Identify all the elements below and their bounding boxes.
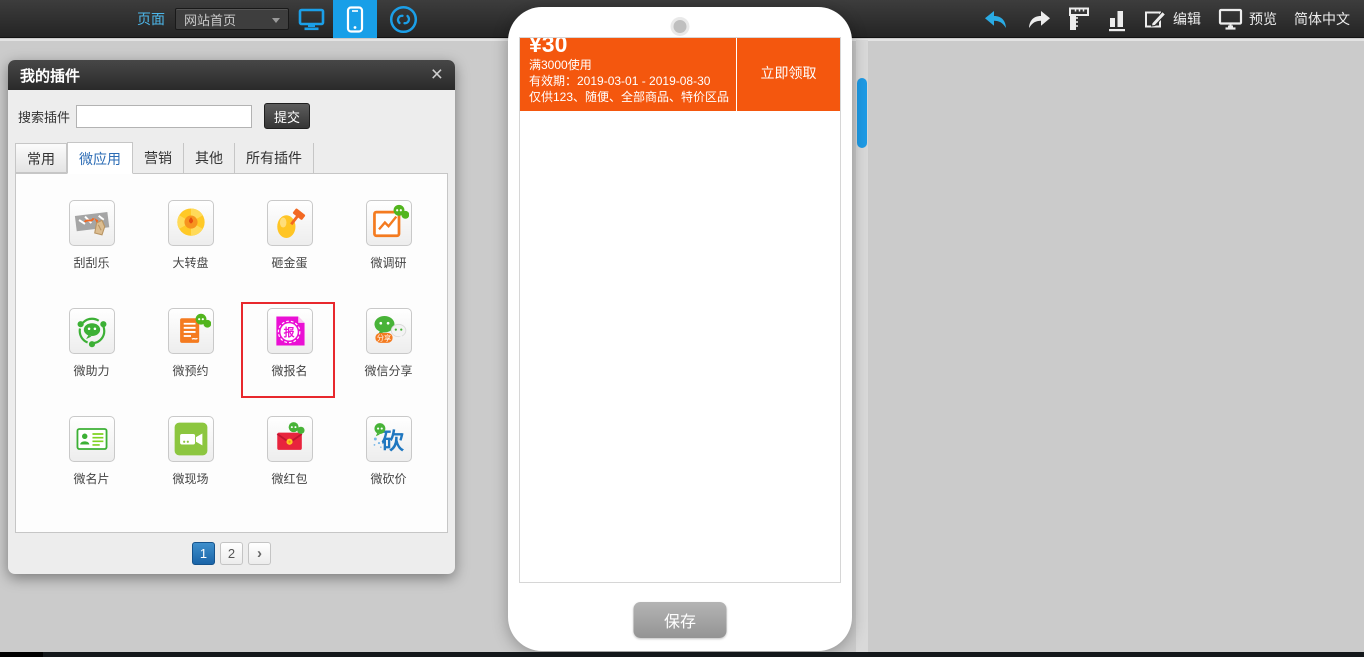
ruler-icon <box>1068 6 1090 32</box>
phone-preview-frame: ¥30 满3000使用 有效期：2019-03-01 - 2019-08-30 … <box>508 7 852 651</box>
coupon-widget[interactable]: ¥30 满3000使用 有效期：2019-03-01 - 2019-08-30 … <box>520 37 840 111</box>
svg-text:砍: 砍 <box>381 428 404 454</box>
save-button[interactable]: 保存 <box>634 602 727 638</box>
link-circle-icon <box>389 5 418 34</box>
language-switcher[interactable]: 简体中文 <box>1294 9 1350 29</box>
edit-button[interactable]: 编辑 <box>1144 8 1201 31</box>
coupon-validity: 有效期：2019-03-01 - 2019-08-30 <box>529 73 736 89</box>
plugin-label: 微砍价 <box>339 470 438 487</box>
desktop-view-button[interactable] <box>289 0 333 38</box>
plugin-item-signup-page[interactable]: 报微报名 <box>240 308 339 416</box>
bargain-icon: 砍 <box>366 416 412 462</box>
phone-camera-dot <box>674 20 687 33</box>
plugin-label: 微预约 <box>141 362 240 379</box>
plugin-item-survey-chart[interactable]: 微调研 <box>339 200 438 308</box>
red-packet-icon <box>267 416 313 462</box>
golden-egg-icon <box>267 200 313 246</box>
edit-pencil-icon <box>1144 8 1167 31</box>
workspace-scrollbar-track[interactable] <box>856 40 868 652</box>
plugin-tabs: 常用微应用营销其他所有插件 <box>15 142 448 174</box>
plugin-item-booking-doc[interactable]: 微预约 <box>141 308 240 416</box>
bottom-strip-left-segment <box>0 652 43 657</box>
signup-page-icon: 报 <box>267 308 313 354</box>
tab-1[interactable]: 常用 <box>15 143 67 173</box>
page-select-value: 网站首页 <box>184 10 236 29</box>
undo-button[interactable] <box>984 10 1009 29</box>
submit-button[interactable]: 提交 <box>264 103 310 129</box>
plugin-label: 微助力 <box>42 362 141 379</box>
plugin-label: 微报名 <box>240 362 339 379</box>
stats-button[interactable] <box>1107 7 1127 32</box>
mobile-phone-icon <box>345 6 365 33</box>
plugin-label: 刮刮乐 <box>42 254 141 271</box>
preview-button[interactable]: 预览 <box>1218 8 1277 31</box>
plugin-item-prize-wheel[interactable]: 大转盘 <box>141 200 240 308</box>
plugin-label: 微信分享 <box>339 362 438 379</box>
next-page-button[interactable]: › <box>248 542 271 565</box>
my-plugins-dialog: 我的插件 × 搜索插件 提交 常用微应用营销其他所有插件 刮刮乐大转盘砸金蛋微调… <box>8 60 455 574</box>
language-label: 简体中文 <box>1294 9 1350 29</box>
plugin-grid: 刮刮乐大转盘砸金蛋微调研微助力微预约报微报名分享微信分享微名片微现场微红包砍微砍… <box>42 200 442 524</box>
phone-screen: ¥30 满3000使用 有效期：2019-03-01 - 2019-08-30 … <box>519 37 841 583</box>
dialog-titlebar: 我的插件 × <box>8 60 455 90</box>
chevron-down-icon <box>272 18 280 23</box>
wechat-share-icon: 分享 <box>366 308 412 354</box>
preview-monitor-icon <box>1218 8 1243 31</box>
plugin-panel: 刮刮乐大转盘砸金蛋微调研微助力微预约报微报名分享微信分享微名片微现场微红包砍微砍… <box>15 174 448 533</box>
business-card-icon <box>69 416 115 462</box>
tab-2[interactable]: 微应用 <box>67 142 133 174</box>
redo-icon <box>1026 10 1051 29</box>
ruler-button[interactable] <box>1068 6 1090 32</box>
search-label: 搜索插件 <box>18 107 70 126</box>
plugin-label: 微红包 <box>240 470 339 487</box>
plugin-item-wechat-share[interactable]: 分享微信分享 <box>339 308 438 416</box>
plugin-label: 砸金蛋 <box>240 254 339 271</box>
plugin-label: 微名片 <box>42 470 141 487</box>
plugin-label: 微调研 <box>339 254 438 271</box>
coupon-scope: 仅供123、随便、全部商品、特价区品 <box>529 89 736 105</box>
bar-chart-icon <box>1107 7 1127 32</box>
search-input[interactable] <box>76 105 252 128</box>
pagination: 12› <box>8 542 455 565</box>
page-select-dropdown[interactable]: 网站首页 <box>175 8 289 30</box>
plugin-label: 微现场 <box>141 470 240 487</box>
plugin-item-scratch-card[interactable]: 刮刮乐 <box>42 200 141 308</box>
plugin-item-red-packet[interactable]: 微红包 <box>240 416 339 524</box>
close-icon[interactable]: × <box>431 65 443 85</box>
preview-label: 预览 <box>1249 9 1277 29</box>
page-button-1[interactable]: 1 <box>192 542 215 565</box>
boost-circle-icon <box>69 308 115 354</box>
edit-label: 编辑 <box>1173 9 1201 29</box>
coupon-claim-button[interactable]: 立即领取 <box>736 37 840 111</box>
plugin-item-business-card[interactable]: 微名片 <box>42 416 141 524</box>
prize-wheel-icon <box>168 200 214 246</box>
tab-3[interactable]: 营销 <box>133 143 184 173</box>
plugin-label: 大转盘 <box>141 254 240 271</box>
survey-chart-icon <box>366 200 412 246</box>
booking-doc-icon <box>168 308 214 354</box>
live-camera-icon <box>168 416 214 462</box>
redo-button[interactable] <box>1026 10 1051 29</box>
plugin-item-live-camera[interactable]: 微现场 <box>141 416 240 524</box>
svg-text:分享: 分享 <box>376 333 391 342</box>
scratch-card-icon <box>69 200 115 246</box>
tab-4[interactable]: 其他 <box>184 143 235 173</box>
workspace-scrollbar-thumb[interactable] <box>857 78 867 148</box>
page-link-button[interactable] <box>381 0 425 38</box>
svg-text:报: 报 <box>283 325 294 339</box>
tab-5[interactable]: 所有插件 <box>235 143 314 173</box>
page-label: 页面 <box>137 9 165 29</box>
dialog-title: 我的插件 <box>20 65 431 86</box>
mobile-view-button[interactable] <box>333 0 377 38</box>
plugin-item-boost-circle[interactable]: 微助力 <box>42 308 141 416</box>
coupon-amount: ¥30 <box>529 37 736 57</box>
bottom-strip <box>0 652 1364 657</box>
undo-icon <box>984 10 1009 29</box>
page-button-2[interactable]: 2 <box>220 542 243 565</box>
plugin-item-bargain[interactable]: 砍微砍价 <box>339 416 438 524</box>
desktop-monitor-icon <box>298 7 325 32</box>
coupon-condition: 满3000使用 <box>529 57 736 73</box>
plugin-item-golden-egg[interactable]: 砸金蛋 <box>240 200 339 308</box>
